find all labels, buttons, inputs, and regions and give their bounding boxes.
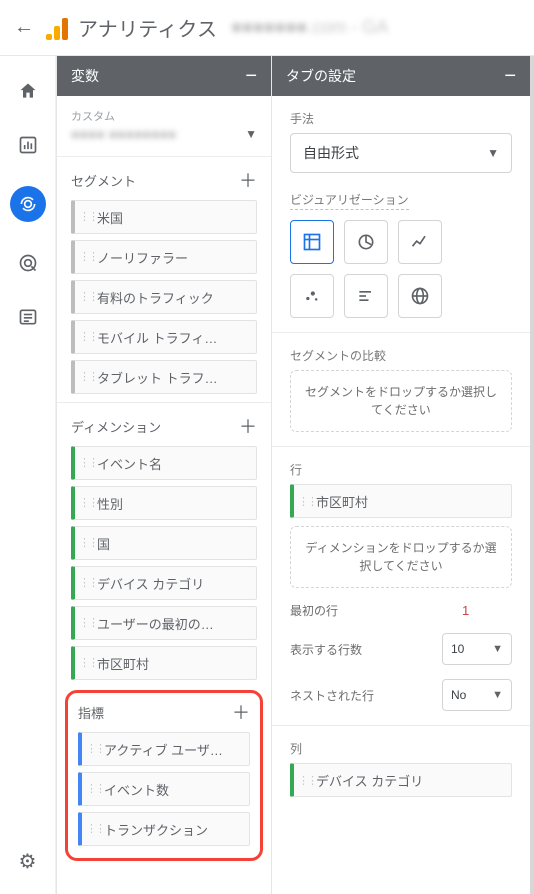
metrics-highlight-box: 指標 ＋ アクティブ ユーザ… イベント数 トランザクション (65, 690, 263, 861)
show-rows-select[interactable]: 10▼ (442, 633, 512, 665)
metric-chip[interactable]: イベント数 (78, 772, 250, 806)
variables-panel: 変数 − カスタム ■■■■ ■■■■■■■■ ▼ セグメント ＋ 米国 ノーリ… (56, 56, 271, 894)
drag-handle-icon[interactable] (79, 461, 89, 466)
first-row-label: 最初の行 (290, 602, 338, 619)
first-row-value[interactable]: 1 (462, 603, 512, 618)
dimension-chip[interactable]: ユーザーの最初の… (71, 606, 257, 640)
row-drop-zone[interactable]: ディメンションをドロップするか選択してください (290, 526, 512, 588)
nested-rows-select[interactable]: No▼ (442, 679, 512, 711)
segment-chip[interactable]: 米国 (71, 200, 257, 234)
custom-selector[interactable]: ■■■■ ■■■■■■■■ ▼ (71, 126, 257, 148)
drag-handle-icon[interactable] (79, 295, 89, 300)
segment-chip[interactable]: ノーリファラー (71, 240, 257, 274)
drag-handle-icon[interactable] (79, 581, 89, 586)
segment-chip[interactable]: モバイル トラフィ… (71, 320, 257, 354)
viz-globe-icon[interactable] (398, 274, 442, 318)
nested-rows-label: ネストされた行 (290, 687, 374, 704)
tab-settings-panel: タブの設定 − 手法 自由形式 ▼ ビジュアリゼーション (271, 56, 534, 894)
segment-chip[interactable]: 有料のトラフィック (71, 280, 257, 314)
drag-handle-icon[interactable] (79, 621, 89, 626)
drag-handle-icon[interactable] (86, 787, 96, 792)
custom-label: カスタム (71, 108, 257, 124)
method-label: 手法 (290, 110, 512, 127)
dimension-chip[interactable]: イベント名 (71, 446, 257, 480)
analytics-logo (46, 16, 68, 40)
drag-handle-icon[interactable] (79, 541, 89, 546)
property-name-blurred: ■■■■■■■.com - GA (231, 17, 388, 38)
metric-chip[interactable]: アクティブ ユーザ… (78, 732, 250, 766)
cols-label: 列 (290, 740, 512, 757)
segment-compare-label: セグメントの比較 (290, 347, 512, 364)
segment-drop-zone[interactable]: セグメントをドロップするか選択してください (290, 370, 512, 432)
reports-icon[interactable] (15, 132, 41, 158)
viz-donut-icon[interactable] (344, 220, 388, 264)
variables-panel-title: 変数 (71, 66, 99, 86)
visualization-label: ビジュアリゼーション (290, 191, 409, 210)
viz-bar-h-icon[interactable] (344, 274, 388, 318)
method-select[interactable]: 自由形式 ▼ (290, 133, 512, 173)
drag-handle-icon[interactable] (298, 774, 308, 787)
tab-settings-title: タブの設定 (286, 66, 356, 86)
segment-chip[interactable]: タブレット トラフ… (71, 360, 257, 394)
viz-table-icon[interactable] (290, 220, 334, 264)
drag-handle-icon[interactable] (79, 375, 89, 380)
explore-icon[interactable] (10, 186, 46, 222)
dimension-chip[interactable]: デバイス カテゴリ (71, 566, 257, 600)
drag-handle-icon[interactable] (298, 495, 308, 508)
segment-section-label: セグメント (71, 171, 136, 190)
configure-icon[interactable] (15, 304, 41, 330)
drag-handle-icon[interactable] (79, 501, 89, 506)
custom-value-blurred: ■■■■ ■■■■■■■■ (71, 126, 176, 142)
drag-handle-icon[interactable] (86, 827, 96, 832)
rows-label: 行 (290, 461, 512, 478)
dimension-chip[interactable]: 性別 (71, 486, 257, 520)
advertising-icon[interactable] (15, 250, 41, 276)
back-arrow-icon[interactable]: ← (14, 16, 46, 39)
show-rows-label: 表示する行数 (290, 641, 362, 658)
home-icon[interactable] (15, 78, 41, 104)
dimension-chip[interactable]: 市区町村 (71, 646, 257, 680)
chevron-down-icon: ▼ (245, 127, 257, 141)
nav-rail: ⚙ (0, 56, 56, 894)
chevron-down-icon: ▼ (487, 146, 499, 160)
viz-scatter-icon[interactable] (290, 274, 334, 318)
row-dimension-chip[interactable]: 市区町村 (290, 484, 512, 518)
drag-handle-icon[interactable] (79, 215, 89, 220)
metric-section-label: 指標 (78, 703, 104, 722)
dimension-chip[interactable]: 国 (71, 526, 257, 560)
drag-handle-icon[interactable] (79, 335, 89, 340)
admin-gear-icon[interactable]: ⚙ (19, 849, 37, 874)
drag-handle-icon[interactable] (86, 747, 96, 752)
dimension-section-label: ディメンション (71, 417, 161, 436)
metric-chip[interactable]: トランザクション (78, 812, 250, 846)
drag-handle-icon[interactable] (79, 661, 89, 666)
viz-line-icon[interactable] (398, 220, 442, 264)
drag-handle-icon[interactable] (79, 255, 89, 260)
app-title: アナリティクス (78, 13, 217, 42)
col-dimension-chip[interactable]: デバイス カテゴリ (290, 763, 512, 797)
